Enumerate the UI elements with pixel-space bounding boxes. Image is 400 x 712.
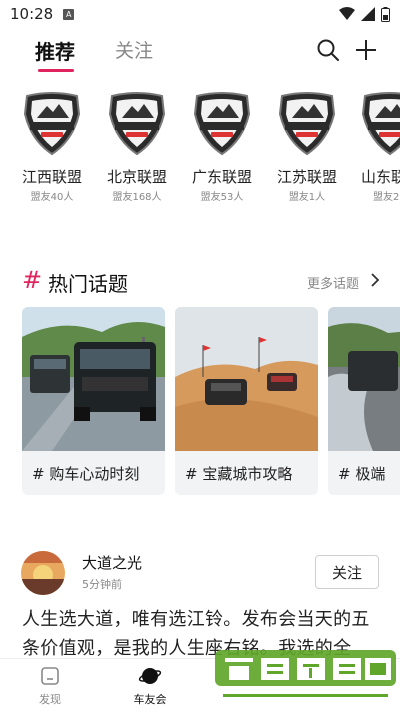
avatar[interactable] [21, 551, 65, 595]
post-time: 5分钟前 [82, 578, 122, 591]
club-name: 江苏联盟 [276, 168, 337, 186]
hot-topics-header: # 热门话题 更多话题 [0, 262, 400, 298]
more-topics-link[interactable]: 更多话题 [307, 273, 359, 292]
active-tab-indicator [38, 69, 74, 72]
topic-list: # 购车心动时刻 # 宝藏城市攻略 # 极端 [0, 307, 400, 497]
tab-club-label: 车友会 [133, 693, 167, 706]
club-item[interactable]: 广东联盟 盟友53人 [187, 90, 257, 203]
topic-image [328, 307, 400, 451]
hash-icon: # [22, 266, 43, 294]
feed-post: 大道之光 5分钟前 关注 人生选大道，唯有选江铃。发布会当天的五条价值观，是我的… [0, 543, 400, 661]
topic-image [22, 307, 165, 451]
club-name: 江西联盟 [21, 168, 82, 186]
status-time: 10:28 [10, 5, 54, 23]
club-item[interactable]: 江西联盟 盟友40人 [17, 90, 87, 203]
topic-card[interactable]: # 宝藏城市攻略 [175, 307, 318, 495]
post-author[interactable]: 大道之光 [82, 552, 142, 573]
club-members: 盟友2 [373, 192, 400, 203]
club-name: 广东联盟 [191, 168, 252, 186]
follow-button[interactable]: 关注 [315, 555, 379, 589]
status-bar: 10:28 A [0, 0, 400, 28]
topic-card[interactable]: # 极端 [328, 307, 400, 495]
club-badge-icon [193, 92, 251, 156]
section-title: 热门话题 [48, 272, 128, 296]
tab-discover[interactable]: 发现 [20, 665, 80, 707]
tab-club[interactable]: 车友会 [120, 665, 180, 707]
topic-label: # 购车心动时刻 [32, 465, 140, 483]
search-icon[interactable] [316, 38, 340, 62]
sim-icon: A [63, 8, 75, 20]
club-item[interactable]: 江苏联盟 盟友1人 [272, 90, 342, 203]
tab-discover-label: 发现 [39, 693, 61, 706]
club-badge-icon [278, 92, 336, 156]
tab-recommend[interactable]: 推荐 [35, 36, 75, 65]
club-item[interactable]: 山东联盟 盟友2 [357, 90, 400, 203]
club-members: 盟友40人 [30, 192, 74, 203]
topic-image [175, 307, 318, 451]
club-badge-icon [361, 92, 400, 156]
topic-card[interactable]: # 购车心动时刻 [22, 307, 165, 495]
avatar-image [21, 551, 65, 595]
club-members: 盟友53人 [200, 192, 244, 203]
club-members: 盟友1人 [288, 192, 326, 203]
battery-icon [381, 6, 390, 22]
chevron-right-icon[interactable] [368, 273, 382, 287]
tab-following[interactable]: 关注 [115, 36, 153, 63]
club-item[interactable]: 北京联盟 盟友168人 [102, 90, 172, 203]
discover-icon [41, 667, 59, 685]
club-badge-icon [108, 92, 166, 156]
club-list: 江西联盟 盟友40人 北京联盟 盟友168人 广东联盟 盟友53人 江苏联盟 盟… [0, 90, 400, 210]
club-name: 北京联盟 [106, 168, 167, 186]
watermark-logo [215, 650, 396, 706]
club-members: 盟友168人 [112, 192, 162, 203]
planet-icon [138, 668, 162, 684]
add-icon[interactable] [354, 38, 378, 62]
club-name: 山东联盟 [361, 168, 400, 186]
wifi-icon [339, 7, 355, 20]
topic-label: # 极端 [338, 465, 386, 483]
topic-label: # 宝藏城市攻略 [185, 465, 293, 483]
club-badge-icon [23, 92, 81, 156]
top-nav: 推荐 关注 [0, 28, 400, 76]
signal-icon [361, 7, 375, 21]
